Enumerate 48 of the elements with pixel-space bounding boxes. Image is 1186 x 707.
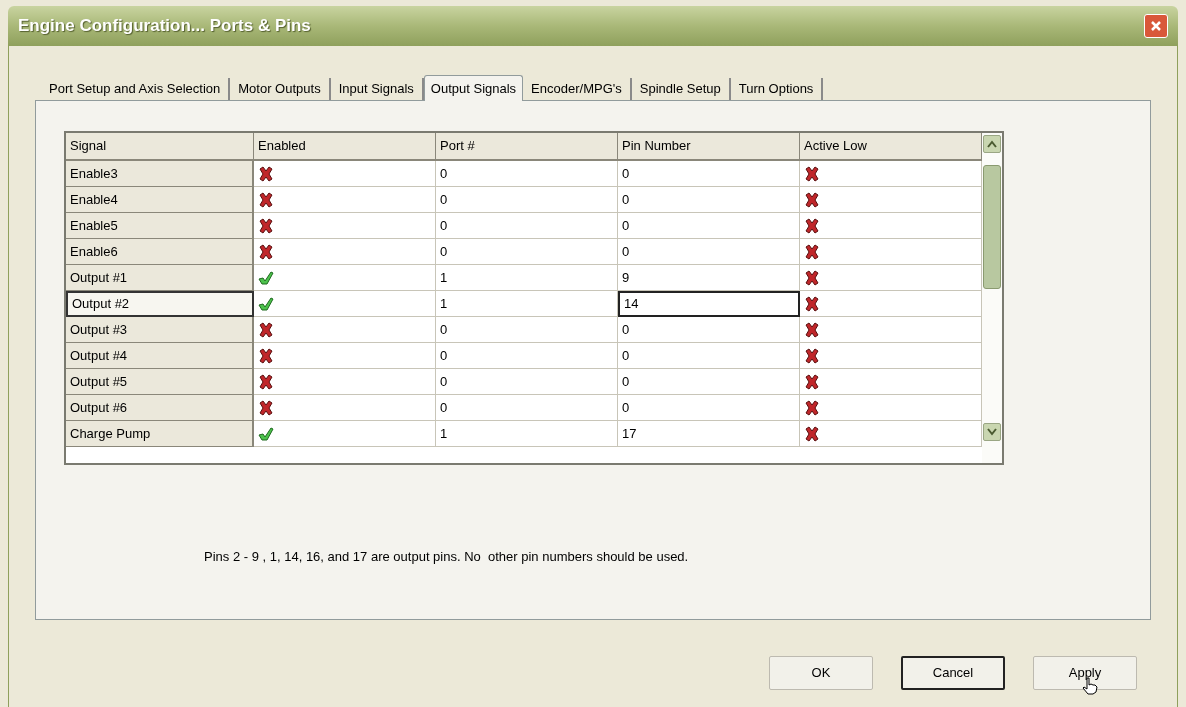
table-cell: 1 [436,265,618,291]
table-cell: 0 [436,213,618,239]
column-header[interactable]: Enabled [254,133,436,161]
row-header[interactable]: Charge Pump [66,421,254,447]
row-header[interactable]: Enable3 [66,161,254,187]
row-header[interactable]: Output #4 [66,343,254,369]
row-header[interactable]: Enable6 [66,239,254,265]
column-header[interactable]: Pin Number [618,133,800,161]
table-cell: 0 [618,343,800,369]
table-cell: 1 [436,291,618,317]
scroll-up-icon[interactable] [987,140,997,148]
dialog-button[interactable]: OK [769,656,873,690]
table-cell: 0 [436,395,618,421]
table-cell: 0 [436,369,618,395]
row-header[interactable]: Output #5 [66,369,254,395]
table-cell: 0 [436,343,618,369]
close-icon [1150,20,1162,32]
table-cell: 0 [618,239,800,265]
table-cell: 0 [436,187,618,213]
table-cell: 0 [618,317,800,343]
row-header[interactable]: Output #2 [66,291,254,317]
row-header[interactable]: Output #3 [66,317,254,343]
tab[interactable]: Output Signals [423,75,524,101]
dialog-button[interactable]: Cancel [901,656,1005,690]
table-cell: 0 [618,161,800,187]
row-header[interactable]: Enable5 [66,213,254,239]
table-cell: 14 [618,291,800,317]
table-cell: 0 [436,239,618,265]
row-header[interactable]: Enable4 [66,187,254,213]
scrollbar[interactable] [982,133,1002,463]
row-header[interactable]: Output #1 [66,265,254,291]
table-cell: 0 [436,161,618,187]
scroll-down-icon[interactable] [987,428,997,436]
table-cell: 0 [618,395,800,421]
hint-text: Pins 2 - 9 , 1, 14, 16, and 17 are output pins. No other pin numbers should be used. [204,549,689,564]
close-button[interactable] [1144,14,1168,38]
table-cell: 0 [436,317,618,343]
window-title: Engine Configuration... Ports & Pins [18,15,311,38]
table-cell: 1 [436,421,618,447]
column-header[interactable]: Port # [436,133,618,161]
table-cell: 0 [618,213,800,239]
table-cell: 0 [618,369,800,395]
table-cell: 0 [618,187,800,213]
table-cell: 9 [618,265,800,291]
column-header[interactable]: Signal [66,133,254,161]
row-header[interactable]: Output #6 [66,395,254,421]
table-cell: 17 [618,421,800,447]
column-header[interactable]: Active Low [800,133,982,161]
